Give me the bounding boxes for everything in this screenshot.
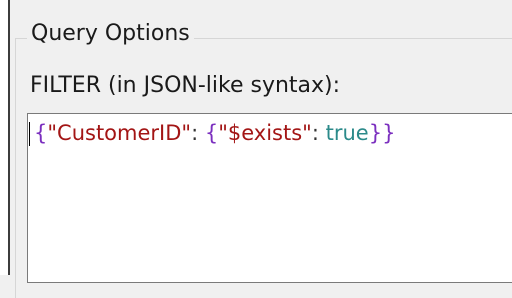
- text-caret: [29, 122, 30, 146]
- filter-token: "$exists": [218, 121, 312, 145]
- filter-token: :: [191, 121, 205, 145]
- filter-token: }}: [368, 121, 396, 145]
- filter-token: {: [204, 121, 219, 145]
- window-border: [8, 0, 10, 275]
- query-options-title: Query Options: [27, 20, 194, 48]
- filter-token: "CustomerID": [47, 121, 192, 145]
- filter-token: {: [34, 121, 48, 145]
- filter-token: :: [311, 121, 326, 145]
- filter-token: true: [325, 121, 369, 145]
- filter-label: FILTER (in JSON-like syntax):: [30, 73, 341, 98]
- filter-query-text[interactable]: {"CustomerID": {"$exists": true}}: [34, 118, 395, 148]
- filter-input[interactable]: {"CustomerID": {"$exists": true}}: [27, 113, 512, 283]
